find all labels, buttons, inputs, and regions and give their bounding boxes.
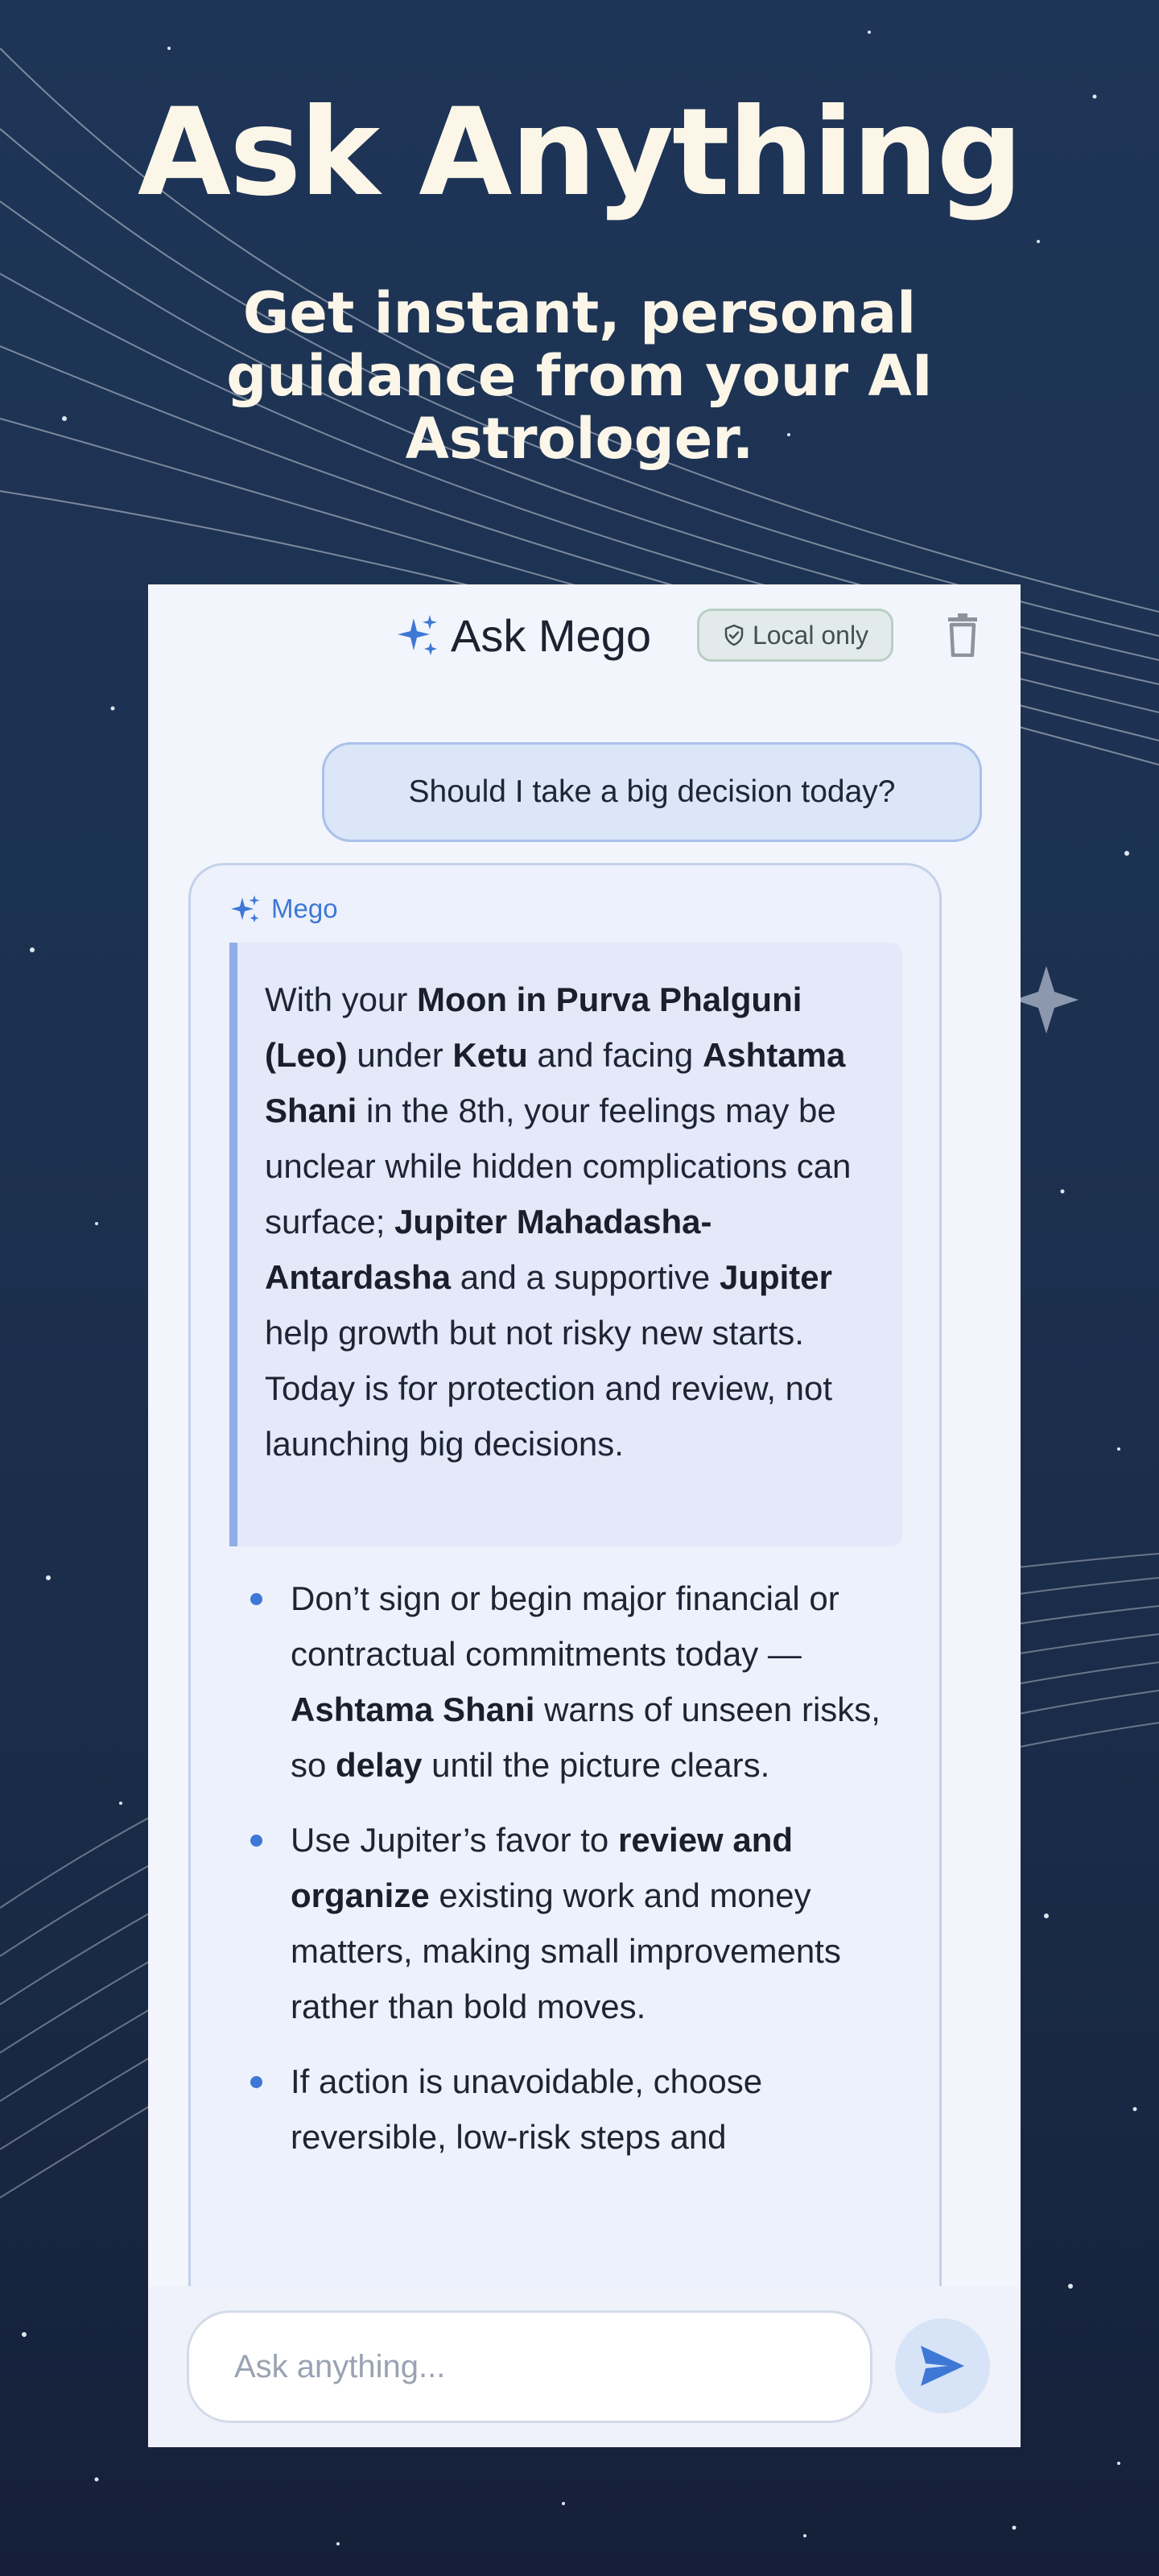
hero-subtitle: Get instant, personal guidance from your… xyxy=(226,280,933,472)
bullet-text: Use Jupiter’s favor to xyxy=(291,1821,618,1859)
summary-text: and a supportive xyxy=(451,1258,720,1296)
summary-emphasis: Jupiter xyxy=(719,1258,832,1296)
shield-check-icon xyxy=(724,624,744,646)
chat-title: Ask Mego xyxy=(451,609,651,661)
list-item: Use Jupiter’s favor to review and organi… xyxy=(223,1812,891,2034)
message-composer xyxy=(148,2286,1021,2447)
bullet-text: If action is unavoidable, choose reversi… xyxy=(291,2062,763,2156)
bullet-emphasis: delay xyxy=(336,1746,423,1784)
assistant-name: Mego xyxy=(271,894,338,923)
assistant-message-card: Mego With your Moon in Purva Phalguni (L… xyxy=(188,863,942,2447)
summary-emphasis: Ketu xyxy=(452,1036,528,1074)
send-button[interactable] xyxy=(895,2318,990,2413)
ask-input[interactable] xyxy=(187,2310,872,2423)
trash-icon xyxy=(948,613,977,658)
summary-text: under xyxy=(347,1036,453,1074)
sparkle-icon xyxy=(398,615,437,655)
chat-title-group: Ask Mego xyxy=(394,607,651,663)
summary-text: help growth but not risky new starts. To… xyxy=(265,1314,833,1463)
chat-header: Ask Mego Local only xyxy=(148,584,1021,684)
bullet-dot xyxy=(250,1835,262,1847)
assistant-summary-text: With your Moon in Purva Phalguni (Leo) u… xyxy=(265,972,886,1472)
summary-text: With your xyxy=(265,980,418,1018)
send-icon xyxy=(921,2346,964,2386)
summary-text: and facing xyxy=(527,1036,703,1074)
sparkle-icon xyxy=(231,895,260,923)
bullet-dot xyxy=(250,1593,262,1605)
bullet-text: until the picture clears. xyxy=(422,1746,770,1784)
user-message-text: Should I take a big decision today? xyxy=(408,774,896,809)
user-message-bubble: Should I take a big decision today? xyxy=(322,742,982,842)
bullet-dot xyxy=(250,2076,262,2088)
bullet-emphasis: Ashtama Shani xyxy=(291,1690,535,1728)
list-item: Don’t sign or begin major financial or c… xyxy=(223,1571,891,1793)
chat-window: Ask Mego Local only Should I take a big … xyxy=(148,584,1021,2447)
assistant-bullet-list: Don’t sign or begin major financial or c… xyxy=(223,1571,891,2184)
local-only-badge: Local only xyxy=(697,609,893,662)
assistant-label: Mego xyxy=(229,893,338,925)
assistant-summary-quote: With your Moon in Purva Phalguni (Leo) u… xyxy=(229,943,902,1546)
delete-chat-button[interactable] xyxy=(943,613,982,658)
local-only-label: Local only xyxy=(752,620,869,650)
list-item: If action is unavoidable, choose reversi… xyxy=(223,2054,891,2165)
bullet-text: Don’t sign or begin major financial or c… xyxy=(291,1579,839,1673)
hero-title: Ask Anything xyxy=(137,83,1023,223)
